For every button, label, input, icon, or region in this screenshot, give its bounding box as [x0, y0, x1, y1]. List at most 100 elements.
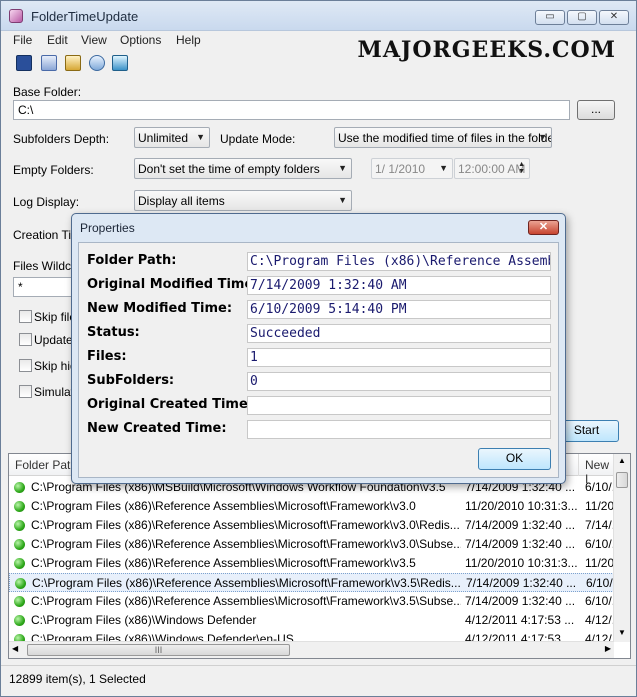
properties-dialog: Properties ✕ Folder Path: C:\Program Fil…: [71, 213, 566, 484]
table-row[interactable]: C:\Program Files (x86)\Reference Assembl…: [9, 554, 614, 573]
maximize-button[interactable]: ▢: [567, 10, 597, 25]
subfolders-value[interactable]: 0: [247, 372, 551, 391]
original-created-time-value[interactable]: [247, 396, 551, 415]
status-ok-icon: [14, 596, 25, 607]
save-icon[interactable]: [16, 55, 32, 71]
table-row[interactable]: C:\Program Files (x86)\Windows Defender 4…: [9, 611, 615, 630]
table-row[interactable]: C:\Program Files (x86)\Reference Assembl…: [9, 497, 614, 516]
new-modified-time-label: New Modified Time:: [87, 301, 233, 316]
close-icon: ✕: [609, 11, 619, 22]
cell-folder-path: C:\Program Files (x86)\Windows Defender: [31, 613, 257, 627]
time-value: 12:00:00 AM: [458, 162, 526, 176]
properties-icon[interactable]: [65, 55, 81, 71]
chevron-down-icon: ▼: [196, 132, 205, 142]
log-display-label: Log Display:: [13, 195, 80, 209]
status-ok-icon: [14, 501, 25, 512]
scroll-left-icon[interactable]: ◀: [12, 644, 18, 653]
horizontal-scroll-thumb[interactable]: III: [27, 644, 290, 656]
scroll-down-icon[interactable]: ▼: [616, 628, 628, 640]
log-display-select[interactable]: Display all items ▼: [134, 190, 352, 211]
menu-file[interactable]: File: [13, 33, 32, 47]
cell-new-time: 4/12/...: [585, 613, 615, 627]
original-modified-time-value[interactable]: 7/14/2009 1:32:40 AM: [247, 276, 551, 295]
new-modified-time-value[interactable]: 6/10/2009 5:14:40 PM: [247, 300, 551, 319]
simulation-checkbox[interactable]: [19, 385, 32, 398]
empty-folders-select[interactable]: Don't set the time of empty folders ▼: [134, 158, 352, 179]
table-row[interactable]: C:\Program Files (x86)\Reference Assembl…: [9, 592, 615, 611]
copy-icon[interactable]: [41, 55, 57, 71]
menu-view[interactable]: View: [81, 33, 107, 47]
cell-folder-path: C:\Program Files (x86)\Reference Assembl…: [31, 594, 461, 608]
update-label: Update: [34, 333, 73, 347]
subfolders-depth-value: Unlimited: [138, 131, 189, 145]
minimize-icon: ▭: [545, 11, 555, 22]
cell-original-time: 7/14/2009 1:32:40 ...: [466, 576, 577, 590]
scroll-up-icon[interactable]: ▲: [616, 456, 628, 468]
cell-new-time: 6/10/...: [585, 594, 615, 608]
cell-new-time: 7/14/...: [585, 518, 615, 532]
title-bar[interactable]: FolderTimeUpdate ▭ ▢ ✕: [1, 1, 636, 31]
skip-files-checkbox[interactable]: [19, 310, 32, 323]
status-ok-icon: [14, 539, 25, 550]
ok-button[interactable]: OK: [478, 448, 551, 470]
scroll-right-icon[interactable]: ▶: [605, 644, 611, 653]
menu-options[interactable]: Options: [120, 33, 161, 47]
folder-path-value[interactable]: C:\Program Files (x86)\Reference Assembl…: [247, 252, 551, 271]
cell-original-time: 7/14/2009 1:32:40 ...: [465, 518, 576, 532]
exit-icon[interactable]: [112, 55, 128, 71]
chevron-down-icon: ▼: [338, 163, 347, 173]
cell-folder-path: C:\Program Files (x86)\Reference Assembl…: [31, 499, 416, 513]
base-folder-label: Base Folder:: [13, 85, 82, 99]
cell-folder-path: C:\Program Files (x86)\Reference Assembl…: [31, 537, 461, 551]
column-divider[interactable]: [578, 454, 579, 476]
spinner-icon[interactable]: ▲ ▼: [518, 161, 525, 175]
vertical-scrollbar[interactable]: ▲ ▼: [613, 454, 630, 642]
column-folder-path[interactable]: Folder Path: [15, 458, 77, 472]
chevron-down-icon: ▼: [538, 132, 547, 142]
date-value: 1/ 1/2010: [375, 162, 426, 176]
skip-hidden-checkbox[interactable]: [19, 359, 32, 372]
close-icon: ✕: [538, 221, 549, 233]
toolbar: [1, 51, 636, 75]
status-ok-icon: [14, 520, 25, 531]
dialog-title: Properties: [80, 221, 135, 235]
status-bar: 12899 item(s), 1 Selected: [1, 665, 636, 696]
chevron-down-icon: ▼: [439, 163, 448, 173]
original-modified-time-label: Original Modified Time:: [87, 277, 259, 292]
table-row[interactable]: C:\Program Files (x86)\Reference Assembl…: [9, 535, 615, 554]
cell-original-time: 11/20/2010 10:31:3...: [465, 499, 577, 513]
app-icon: [9, 9, 23, 23]
table-row[interactable]: C:\Program Files (x86)\Reference Assembl…: [9, 516, 615, 535]
vertical-scroll-thumb[interactable]: [616, 472, 628, 488]
time-spinner[interactable]: 12:00:00 AM ▲ ▼: [454, 158, 530, 179]
find-icon[interactable]: [89, 55, 105, 71]
update-mode-select[interactable]: Use the modified time of files in the fo…: [334, 127, 552, 148]
menu-help[interactable]: Help: [176, 33, 201, 47]
cell-original-time: 11/20/2010 10:31:3...: [465, 556, 577, 570]
cell-new-time: 6/10/...: [585, 480, 615, 494]
dialog-body: Folder Path: C:\Program Files (x86)\Refe…: [78, 242, 559, 478]
browse-button[interactable]: ...: [577, 100, 615, 120]
chevron-down-icon: ▼: [338, 195, 347, 205]
minimize-button[interactable]: ▭: [535, 10, 565, 25]
status-value[interactable]: Succeeded: [247, 324, 551, 343]
base-folder-input[interactable]: C:\: [13, 100, 570, 120]
dialog-close-button[interactable]: ✕: [528, 220, 559, 235]
close-button[interactable]: ✕: [599, 10, 629, 25]
files-value[interactable]: 1: [247, 348, 551, 367]
status-text: 12899 item(s), 1 Selected: [9, 672, 146, 686]
table-row[interactable]: C:\Program Files (x86)\Reference Assembl…: [9, 573, 616, 592]
date-picker[interactable]: 1/ 1/2010 ▼: [371, 158, 453, 179]
subfolders-depth-label: Subfolders Depth:: [13, 132, 110, 146]
subfolders-depth-select[interactable]: Unlimited ▼: [134, 127, 210, 148]
horizontal-scrollbar[interactable]: ◀ III ▶: [9, 641, 614, 658]
new-created-time-value[interactable]: [247, 420, 551, 439]
cell-folder-path: C:\Program Files (x86)\Reference Assembl…: [31, 518, 460, 532]
status-label: Status:: [87, 325, 140, 340]
menu-edit[interactable]: Edit: [47, 33, 68, 47]
update-checkbox[interactable]: [19, 333, 32, 346]
cell-new-time: 6/10/...: [586, 576, 616, 590]
original-created-time-label: Original Created Time:: [87, 397, 253, 412]
new-created-time-label: New Created Time:: [87, 421, 227, 436]
update-mode-value: Use the modified time of files in the fo…: [338, 131, 552, 145]
